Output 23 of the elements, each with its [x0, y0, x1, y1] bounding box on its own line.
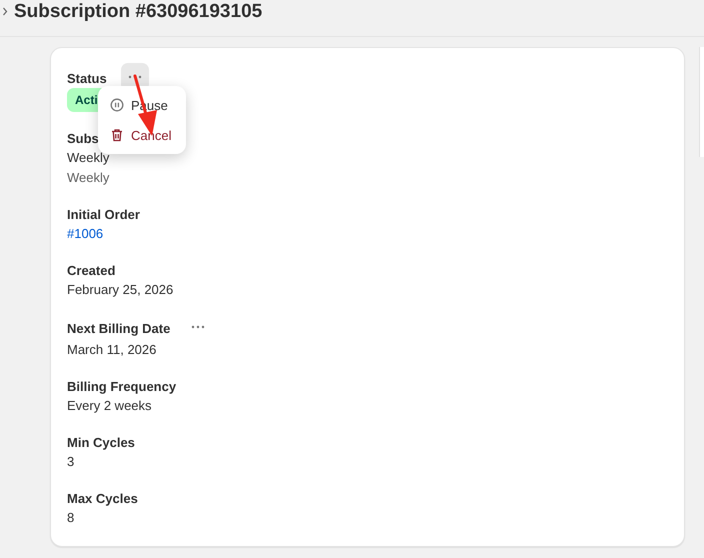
- menu-item[interactable]: Cancel: [98, 120, 186, 150]
- pause-icon: [110, 98, 124, 112]
- trash-icon: [110, 128, 124, 142]
- field-label: Status: [67, 70, 107, 86]
- field-label: Billing Frequency: [67, 378, 176, 394]
- field-label: Max Cycles: [67, 490, 138, 506]
- order-link[interactable]: #1006: [67, 224, 668, 244]
- field-note: Weekly: [67, 169, 110, 187]
- ellipsis-icon: [128, 75, 142, 79]
- ellipsis-icon: [191, 325, 206, 329]
- field-label: Next Billing Date: [67, 320, 170, 336]
- field-label: Subs: [67, 130, 99, 146]
- field-value: 8: [67, 509, 76, 527]
- page-title: Subscription #63096193105: [14, 0, 262, 22]
- field-value: 3: [67, 453, 76, 471]
- field-value: Every 2 weeks: [67, 397, 153, 415]
- field-label: Min Cycles: [67, 434, 135, 450]
- field-value: Weekly: [67, 149, 110, 167]
- field-label: Initial Order: [67, 206, 140, 222]
- chevron-right-icon[interactable]: [2, 7, 8, 16]
- field-label: Created: [67, 262, 116, 278]
- field-value: March 11, 2026: [67, 341, 158, 359]
- field-value: February 25, 2026: [67, 281, 174, 299]
